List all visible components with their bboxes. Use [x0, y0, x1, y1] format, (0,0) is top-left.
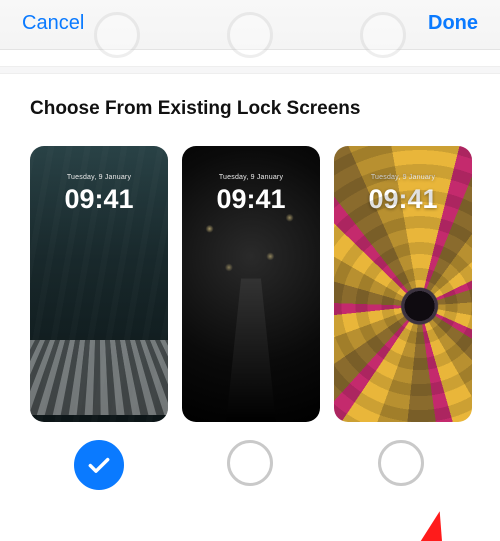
lockscreen-option-2[interactable]: Tuesday, 9 January 09:41 — [182, 146, 320, 422]
lockscreen-options-row: Tuesday, 9 January 09:41 Tuesday, 9 Janu… — [0, 146, 500, 422]
lockscreen-date: Tuesday, 9 January — [30, 174, 168, 181]
done-button[interactable]: Done — [428, 12, 478, 35]
previous-section-peek — [0, 50, 500, 66]
lockscreen-date: Tuesday, 9 January — [182, 174, 320, 181]
lockscreen-time: 09:41 — [30, 184, 168, 215]
section-divider — [0, 66, 500, 74]
selection-indicators-row — [0, 422, 500, 490]
radio-option-2[interactable] — [227, 440, 273, 486]
lockscreen-date: Tuesday, 9 January — [334, 174, 472, 181]
lockscreen-option-3[interactable]: Tuesday, 9 January 09:41 — [334, 146, 472, 422]
lockscreen-time: 09:41 — [334, 184, 472, 215]
section-title: Choose From Existing Lock Screens — [0, 74, 500, 146]
radio-option-3[interactable] — [378, 440, 424, 486]
checkmark-icon — [86, 452, 112, 478]
lockscreen-time: 09:41 — [182, 184, 320, 215]
lockscreen-option-1[interactable]: Tuesday, 9 January 09:41 — [30, 146, 168, 422]
radio-option-1-selected[interactable] — [74, 440, 124, 490]
cancel-button[interactable]: Cancel — [22, 12, 84, 35]
